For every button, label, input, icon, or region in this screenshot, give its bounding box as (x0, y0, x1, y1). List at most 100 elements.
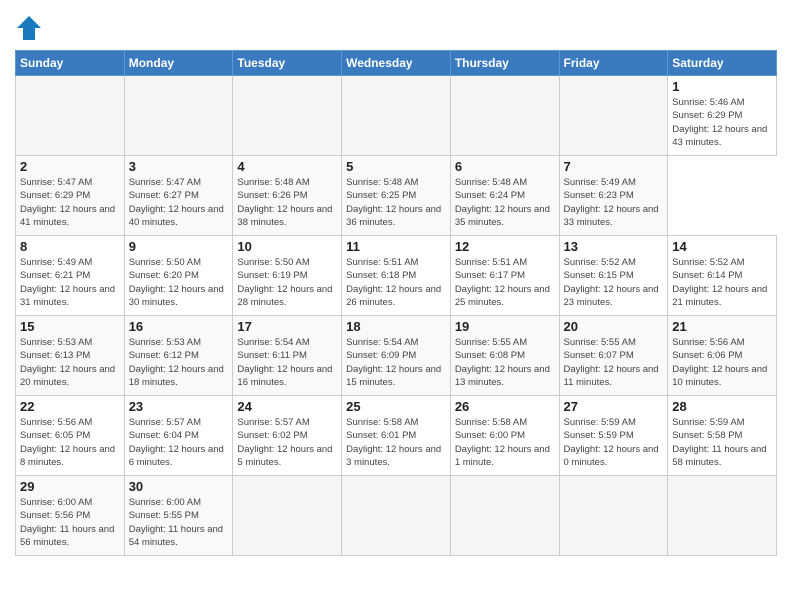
day-number: 4 (237, 159, 337, 174)
daylight: Daylight: 12 hours and 20 minutes. (20, 364, 115, 388)
sunrise: Sunrise: 5:51 AM (455, 257, 527, 268)
daylight: Daylight: 11 hours and 56 minutes. (20, 524, 114, 548)
week-row-2: 2 Sunrise: 5:47 AM Sunset: 6:29 PM Dayli… (16, 156, 777, 236)
day-cell (450, 476, 559, 556)
sunrise: Sunrise: 6:00 AM (20, 497, 92, 508)
header-row: SundayMondayTuesdayWednesdayThursdayFrid… (16, 51, 777, 76)
day-number: 15 (20, 319, 120, 334)
day-info: Sunrise: 5:57 AM Sunset: 6:02 PM Dayligh… (237, 416, 337, 469)
day-cell: 21 Sunrise: 5:56 AM Sunset: 6:06 PM Dayl… (668, 316, 777, 396)
daylight: Daylight: 12 hours and 40 minutes. (129, 204, 224, 228)
daylight: Daylight: 12 hours and 18 minutes. (129, 364, 224, 388)
day-cell: 15 Sunrise: 5:53 AM Sunset: 6:13 PM Dayl… (16, 316, 125, 396)
header (15, 10, 777, 42)
daylight: Daylight: 12 hours and 15 minutes. (346, 364, 441, 388)
sunrise: Sunrise: 5:59 AM (564, 417, 636, 428)
week-row-5: 22 Sunrise: 5:56 AM Sunset: 6:05 PM Dayl… (16, 396, 777, 476)
day-number: 19 (455, 319, 555, 334)
day-cell: 2 Sunrise: 5:47 AM Sunset: 6:29 PM Dayli… (16, 156, 125, 236)
header-cell-tuesday: Tuesday (233, 51, 342, 76)
day-number: 8 (20, 239, 120, 254)
day-info: Sunrise: 5:50 AM Sunset: 6:20 PM Dayligh… (129, 256, 229, 309)
sunrise: Sunrise: 5:58 AM (346, 417, 418, 428)
daylight: Daylight: 12 hours and 35 minutes. (455, 204, 550, 228)
day-number: 25 (346, 399, 446, 414)
sunset: Sunset: 6:20 PM (129, 270, 199, 281)
day-cell: 25 Sunrise: 5:58 AM Sunset: 6:01 PM Dayl… (342, 396, 451, 476)
sunrise: Sunrise: 5:47 AM (20, 177, 92, 188)
daylight: Daylight: 12 hours and 1 minute. (455, 444, 550, 468)
sunset: Sunset: 6:29 PM (20, 190, 90, 201)
day-info: Sunrise: 5:51 AM Sunset: 6:17 PM Dayligh… (455, 256, 555, 309)
day-cell: 23 Sunrise: 5:57 AM Sunset: 6:04 PM Dayl… (124, 396, 233, 476)
daylight: Daylight: 12 hours and 23 minutes. (564, 284, 659, 308)
sunset: Sunset: 6:21 PM (20, 270, 90, 281)
day-cell: 6 Sunrise: 5:48 AM Sunset: 6:24 PM Dayli… (450, 156, 559, 236)
logo-icon (15, 14, 43, 42)
day-number: 1 (672, 79, 772, 94)
sunrise: Sunrise: 5:57 AM (129, 417, 201, 428)
day-cell: 12 Sunrise: 5:51 AM Sunset: 6:17 PM Dayl… (450, 236, 559, 316)
sunset: Sunset: 6:25 PM (346, 190, 416, 201)
daylight: Daylight: 12 hours and 13 minutes. (455, 364, 550, 388)
day-number: 27 (564, 399, 664, 414)
header-cell-friday: Friday (559, 51, 668, 76)
day-info: Sunrise: 5:53 AM Sunset: 6:13 PM Dayligh… (20, 336, 120, 389)
sunset: Sunset: 6:13 PM (20, 350, 90, 361)
day-cell: 16 Sunrise: 5:53 AM Sunset: 6:12 PM Dayl… (124, 316, 233, 396)
day-cell: 13 Sunrise: 5:52 AM Sunset: 6:15 PM Dayl… (559, 236, 668, 316)
day-info: Sunrise: 5:49 AM Sunset: 6:21 PM Dayligh… (20, 256, 120, 309)
sunset: Sunset: 5:58 PM (672, 430, 742, 441)
day-info: Sunrise: 5:50 AM Sunset: 6:19 PM Dayligh… (237, 256, 337, 309)
sunrise: Sunrise: 5:54 AM (237, 337, 309, 348)
day-info: Sunrise: 6:00 AM Sunset: 5:56 PM Dayligh… (20, 496, 120, 549)
day-info: Sunrise: 5:59 AM Sunset: 5:59 PM Dayligh… (564, 416, 664, 469)
day-info: Sunrise: 5:47 AM Sunset: 6:27 PM Dayligh… (129, 176, 229, 229)
day-cell (559, 76, 668, 156)
sunset: Sunset: 6:12 PM (129, 350, 199, 361)
day-cell: 10 Sunrise: 5:50 AM Sunset: 6:19 PM Dayl… (233, 236, 342, 316)
daylight: Daylight: 12 hours and 28 minutes. (237, 284, 332, 308)
sunset: Sunset: 6:05 PM (20, 430, 90, 441)
daylight: Daylight: 12 hours and 10 minutes. (672, 364, 767, 388)
day-info: Sunrise: 5:48 AM Sunset: 6:24 PM Dayligh… (455, 176, 555, 229)
day-cell: 27 Sunrise: 5:59 AM Sunset: 5:59 PM Dayl… (559, 396, 668, 476)
day-info: Sunrise: 5:52 AM Sunset: 6:15 PM Dayligh… (564, 256, 664, 309)
header-cell-monday: Monday (124, 51, 233, 76)
day-cell: 14 Sunrise: 5:52 AM Sunset: 6:14 PM Dayl… (668, 236, 777, 316)
day-cell: 19 Sunrise: 5:55 AM Sunset: 6:08 PM Dayl… (450, 316, 559, 396)
day-number: 21 (672, 319, 772, 334)
daylight: Daylight: 12 hours and 11 minutes. (564, 364, 659, 388)
day-cell: 24 Sunrise: 5:57 AM Sunset: 6:02 PM Dayl… (233, 396, 342, 476)
day-number: 11 (346, 239, 446, 254)
sunrise: Sunrise: 5:55 AM (455, 337, 527, 348)
header-cell-sunday: Sunday (16, 51, 125, 76)
daylight: Daylight: 11 hours and 54 minutes. (129, 524, 223, 548)
day-cell: 11 Sunrise: 5:51 AM Sunset: 6:18 PM Dayl… (342, 236, 451, 316)
calendar-table: SundayMondayTuesdayWednesdayThursdayFrid… (15, 50, 777, 556)
daylight: Daylight: 12 hours and 41 minutes. (20, 204, 115, 228)
sunrise: Sunrise: 5:56 AM (20, 417, 92, 428)
sunrise: Sunrise: 5:57 AM (237, 417, 309, 428)
day-info: Sunrise: 5:47 AM Sunset: 6:29 PM Dayligh… (20, 176, 120, 229)
day-cell: 1 Sunrise: 5:46 AM Sunset: 6:29 PM Dayli… (668, 76, 777, 156)
daylight: Daylight: 12 hours and 36 minutes. (346, 204, 441, 228)
day-info: Sunrise: 5:59 AM Sunset: 5:58 PM Dayligh… (672, 416, 772, 469)
daylight: Daylight: 12 hours and 6 minutes. (129, 444, 224, 468)
sunset: Sunset: 6:01 PM (346, 430, 416, 441)
sunrise: Sunrise: 5:46 AM (672, 97, 744, 108)
day-info: Sunrise: 5:52 AM Sunset: 6:14 PM Dayligh… (672, 256, 772, 309)
daylight: Daylight: 12 hours and 33 minutes. (564, 204, 659, 228)
header-cell-saturday: Saturday (668, 51, 777, 76)
day-info: Sunrise: 5:58 AM Sunset: 6:00 PM Dayligh… (455, 416, 555, 469)
calendar-header: SundayMondayTuesdayWednesdayThursdayFrid… (16, 51, 777, 76)
week-row-6: 29 Sunrise: 6:00 AM Sunset: 5:56 PM Dayl… (16, 476, 777, 556)
week-row-3: 8 Sunrise: 5:49 AM Sunset: 6:21 PM Dayli… (16, 236, 777, 316)
sunrise: Sunrise: 5:47 AM (129, 177, 201, 188)
day-info: Sunrise: 6:00 AM Sunset: 5:55 PM Dayligh… (129, 496, 229, 549)
sunrise: Sunrise: 5:49 AM (20, 257, 92, 268)
week-row-1: 1 Sunrise: 5:46 AM Sunset: 6:29 PM Dayli… (16, 76, 777, 156)
sunset: Sunset: 6:18 PM (346, 270, 416, 281)
day-number: 26 (455, 399, 555, 414)
daylight: Daylight: 11 hours and 58 minutes. (672, 444, 766, 468)
